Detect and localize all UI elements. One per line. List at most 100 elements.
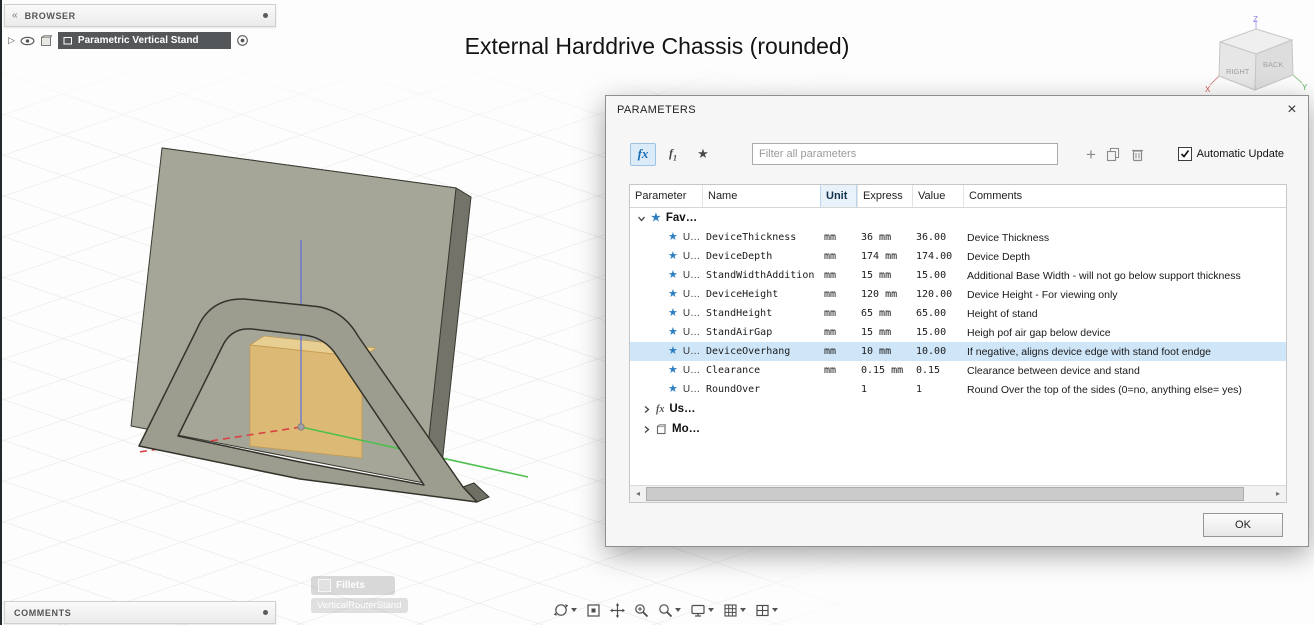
favorite-star-icon[interactable]: ★ [668, 365, 678, 376]
favorite-star-icon[interactable]: ★ [668, 251, 678, 262]
table-row[interactable]: ★U… StandWidthAddition mm 15 mm 15.00 Ad… [630, 266, 1286, 285]
pan-button[interactable] [610, 603, 625, 618]
user-parameter-fx-button[interactable]: fx [630, 143, 656, 166]
fading-toast: Fillets VerticalRouterStand [311, 576, 419, 613]
param-comment[interactable]: Round Over the top of the sides (0=no, a… [963, 384, 1286, 396]
table-row-selected[interactable]: ★U… DeviceOverhang mm 10 mm 10.00 If neg… [630, 342, 1286, 361]
horizontal-scrollbar[interactable]: ◂ ▸ [630, 485, 1286, 502]
group-row-user-parameters[interactable]: fx Us… [630, 399, 1286, 419]
table-row[interactable]: ★U… Clearance mm 0.15 mm 0.15 Clearance … [630, 361, 1286, 380]
param-expression[interactable]: 10 mm [857, 346, 912, 357]
dialog-toolbar: fx f1 ★ + Automatic Update [630, 142, 1284, 166]
automatic-update-label: Automatic Update [1197, 148, 1284, 160]
toast-line2: VerticalRouterStand [311, 598, 408, 613]
col-header-unit[interactable]: Unit [820, 185, 857, 207]
favorite-star-icon[interactable]: ★ [668, 270, 678, 281]
param-comment[interactable]: Height of stand [963, 308, 1286, 320]
param-expression[interactable]: 15 mm [857, 270, 912, 281]
param-comment[interactable]: Additional Base Width - will not go belo… [963, 270, 1286, 282]
dropdown-caret-icon [675, 608, 681, 612]
param-unit: mm [820, 327, 857, 338]
scroll-right-icon[interactable]: ▸ [1270, 486, 1286, 501]
table-row[interactable]: ★U… DeviceDepth mm 174 mm 174.00 Device … [630, 247, 1286, 266]
param-comment[interactable]: If negative, aligns device edge with sta… [963, 346, 1286, 358]
param-expression[interactable]: 0.15 mm [857, 365, 912, 376]
param-expression[interactable]: 1 [857, 384, 912, 395]
fx-icon: fx [638, 146, 649, 162]
viewports-button[interactable] [755, 603, 778, 618]
chevron-down-icon [637, 214, 646, 223]
favorite-star-icon[interactable]: ★ [668, 289, 678, 300]
table-row[interactable]: ★U… DeviceThickness mm 36 mm 36.00 Devic… [630, 228, 1286, 247]
scroll-left-icon[interactable]: ◂ [630, 486, 646, 501]
group-row-favorites[interactable]: ★ Fav… [630, 208, 1286, 228]
copy-icon[interactable] [1106, 147, 1121, 162]
col-header-value[interactable]: Value [912, 185, 963, 207]
param-comment[interactable]: Device Height - For viewing only [963, 289, 1286, 301]
zoom-button[interactable] [634, 603, 649, 618]
comments-panel-header[interactable]: COMMENTS [4, 601, 276, 624]
display-settings-button[interactable] [690, 603, 714, 618]
row-type: U… [683, 384, 700, 395]
magnifier-icon [634, 603, 649, 618]
favorite-star-icon[interactable]: ★ [668, 384, 678, 395]
param-expression[interactable]: 120 mm [857, 289, 912, 300]
chevron-right-icon [642, 425, 651, 434]
favorite-star-icon[interactable]: ★ [668, 308, 678, 319]
favorite-star-icon[interactable]: ★ [668, 327, 678, 338]
viewcube[interactable]: RIGHT BACK Z X Y [1204, 14, 1308, 106]
table-row[interactable]: ★U… StandHeight mm 65 mm 65.00 Height of… [630, 304, 1286, 323]
tree-expand-icon[interactable]: ▷ [8, 35, 15, 46]
col-header-comments[interactable]: Comments [963, 185, 1286, 207]
fit-button[interactable] [586, 603, 601, 618]
param-value: 1 [912, 384, 963, 395]
browser-panel-header[interactable]: « BROWSER [4, 4, 276, 27]
param-unit: mm [820, 289, 857, 300]
param-expression[interactable]: 65 mm [857, 308, 912, 319]
table-row[interactable]: ★U… StandAirGap mm 15 mm 15.00 Heigh pof… [630, 323, 1286, 342]
chevron-right-icon [642, 405, 651, 414]
comments-panel: COMMENTS [4, 601, 276, 624]
orbit-button[interactable] [553, 602, 577, 618]
browser-panel-title: BROWSER [25, 11, 263, 21]
param-expression[interactable]: 15 mm [857, 327, 912, 338]
param-expression[interactable]: 36 mm [857, 232, 912, 243]
param-comment[interactable]: Device Depth [963, 251, 1286, 263]
visibility-eye-icon[interactable] [20, 36, 35, 46]
scrollbar-thumb[interactable] [646, 487, 1244, 501]
row-type: U… [683, 327, 700, 338]
checkbox-checked-icon[interactable] [1178, 147, 1192, 161]
param-comment[interactable]: Heigh pof air gap below device [963, 327, 1286, 339]
collapse-panel-icon[interactable]: « [12, 11, 18, 21]
filter-parameters-input[interactable] [752, 143, 1058, 165]
panel-handle-icon[interactable] [263, 13, 268, 18]
col-header-expression[interactable]: Express [857, 185, 912, 207]
param-comment[interactable]: Clearance between device and stand [963, 365, 1286, 377]
table-row[interactable]: ★U… DeviceHeight mm 120 mm 120.00 Device… [630, 285, 1286, 304]
grid-settings-button[interactable] [723, 603, 746, 618]
activate-component-radio-icon[interactable] [236, 34, 249, 47]
group-label-favorites: Fav… [666, 212, 697, 224]
panel-handle-icon[interactable] [263, 610, 268, 615]
delete-trash-icon[interactable] [1131, 147, 1144, 162]
zoom-window-button[interactable] [658, 603, 681, 618]
viewcube-y-label: Y [1302, 83, 1308, 92]
table-row[interactable]: ★U… RoundOver 1 1 Round Over the top of … [630, 380, 1286, 399]
browser-item-parametric-vertical-stand[interactable]: Parametric Vertical Stand [58, 32, 231, 49]
favorite-star-icon[interactable]: ★ [668, 346, 678, 357]
favorites-filter-button[interactable]: ★ [690, 143, 716, 166]
param-comment[interactable]: Device Thickness [963, 232, 1286, 244]
add-parameter-icon[interactable]: + [1086, 146, 1096, 163]
close-icon[interactable]: × [1287, 102, 1297, 118]
ok-button[interactable]: OK [1203, 513, 1283, 537]
row-type: U… [683, 270, 700, 281]
dropdown-caret-icon [708, 608, 714, 612]
col-header-parameter[interactable]: Parameter [630, 185, 702, 207]
param-expression[interactable]: 174 mm [857, 251, 912, 262]
col-header-name[interactable]: Name [702, 185, 820, 207]
derived-parameter-button[interactable]: f1 [660, 143, 686, 166]
dialog-titlebar[interactable]: PARAMETERS × [606, 96, 1308, 124]
automatic-update-toggle[interactable]: Automatic Update [1178, 147, 1284, 161]
group-row-model-parameters[interactable]: Mo… [630, 419, 1286, 439]
favorite-star-icon[interactable]: ★ [668, 232, 678, 243]
